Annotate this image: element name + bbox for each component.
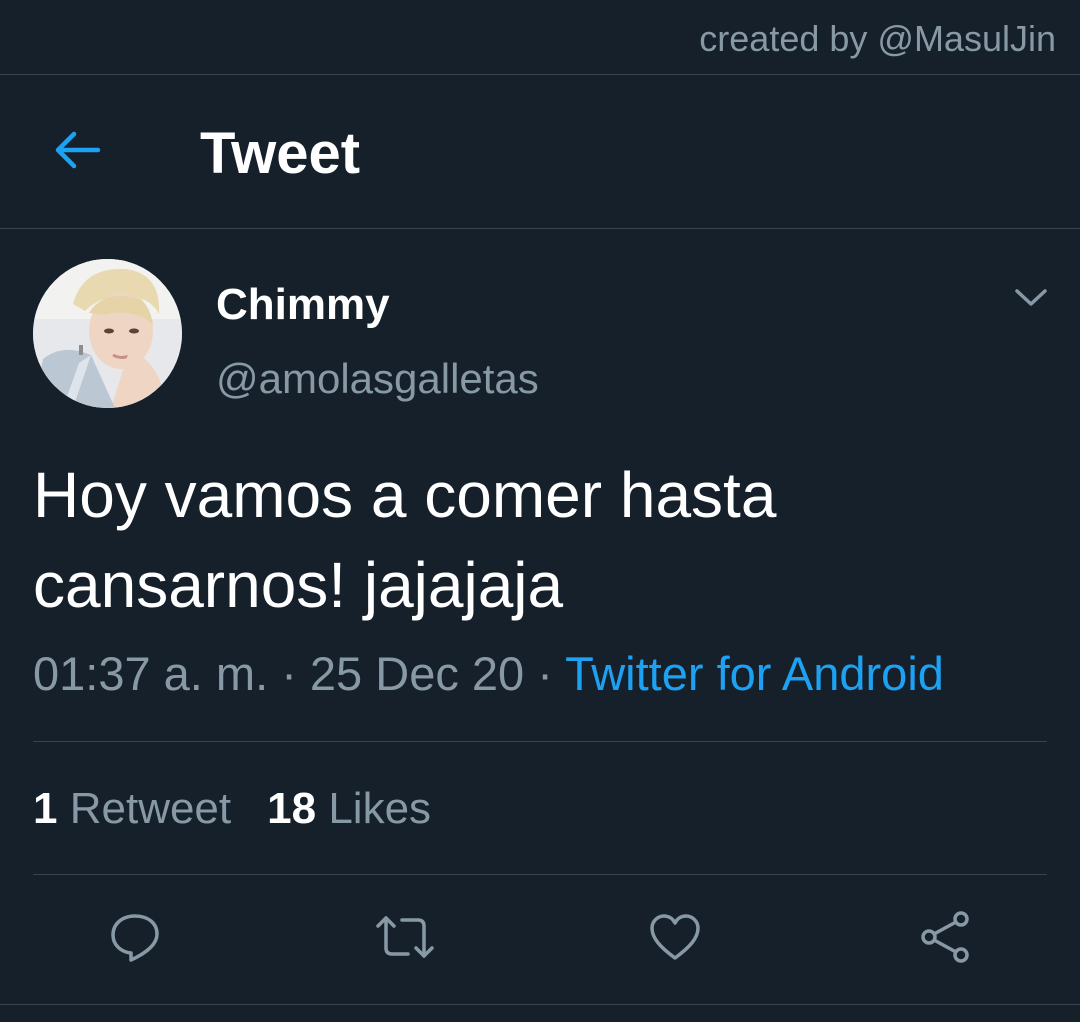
tweet-text-line: Hoy vamos a comer hasta — [33, 459, 777, 531]
app-header: Tweet — [0, 76, 1080, 228]
tweet-text-line: cansarnos! jajajaja — [33, 549, 564, 621]
likes-count: 18 — [267, 784, 317, 833]
tweet-time: 01:37 a. m. — [33, 647, 269, 700]
tweet-menu-button[interactable] — [1008, 282, 1054, 318]
tweet-date: 25 Dec 20 — [309, 647, 525, 700]
meta-separator: · — [537, 647, 553, 700]
reply-icon — [108, 910, 162, 969]
bottom-divider — [0, 1004, 1080, 1005]
page-title: Tweet — [200, 121, 361, 186]
stats-divider — [33, 874, 1047, 875]
chevron-down-icon — [1014, 287, 1048, 314]
tweet-text: Hoy vamos a comer hasta cansarnos! jajaj… — [33, 450, 1043, 630]
header-divider — [0, 228, 1080, 229]
author-display-name[interactable]: Chimmy — [216, 280, 390, 330]
tweet-stats: 1 Retweet 18 Likes — [33, 784, 431, 834]
tweet-metadata: 01:37 a. m. · 25 Dec 20 · Twitter for An… — [33, 646, 944, 701]
watermark-text: created by @MasulJin — [699, 18, 1056, 59]
tweet-source-link[interactable]: Twitter for Android — [565, 647, 944, 700]
retweet-button[interactable] — [370, 904, 440, 974]
avatar[interactable] — [33, 259, 182, 408]
retweet-icon — [374, 910, 436, 969]
like-button[interactable] — [640, 904, 710, 974]
share-button[interactable] — [910, 904, 980, 974]
heart-icon — [648, 912, 702, 967]
share-icon — [918, 910, 972, 969]
author-handle[interactable]: @amolasgalletas — [216, 355, 539, 403]
reply-button[interactable] — [100, 904, 170, 974]
arrow-left-icon — [52, 130, 102, 175]
likes-label: Likes — [328, 784, 432, 833]
top-divider — [0, 74, 1080, 75]
meta-divider — [33, 741, 1047, 742]
back-button[interactable] — [42, 122, 112, 182]
tweet-action-bar — [0, 904, 1080, 974]
meta-separator: · — [281, 647, 297, 700]
retweets-stat[interactable]: 1 Retweet — [33, 784, 231, 833]
retweets-count: 1 — [33, 784, 58, 833]
retweets-label: Retweet — [69, 784, 232, 833]
likes-stat[interactable]: 18 Likes — [267, 784, 431, 833]
tweet-detail-screen: created by @MasulJin Tweet Chimmy @amola… — [0, 0, 1080, 1022]
